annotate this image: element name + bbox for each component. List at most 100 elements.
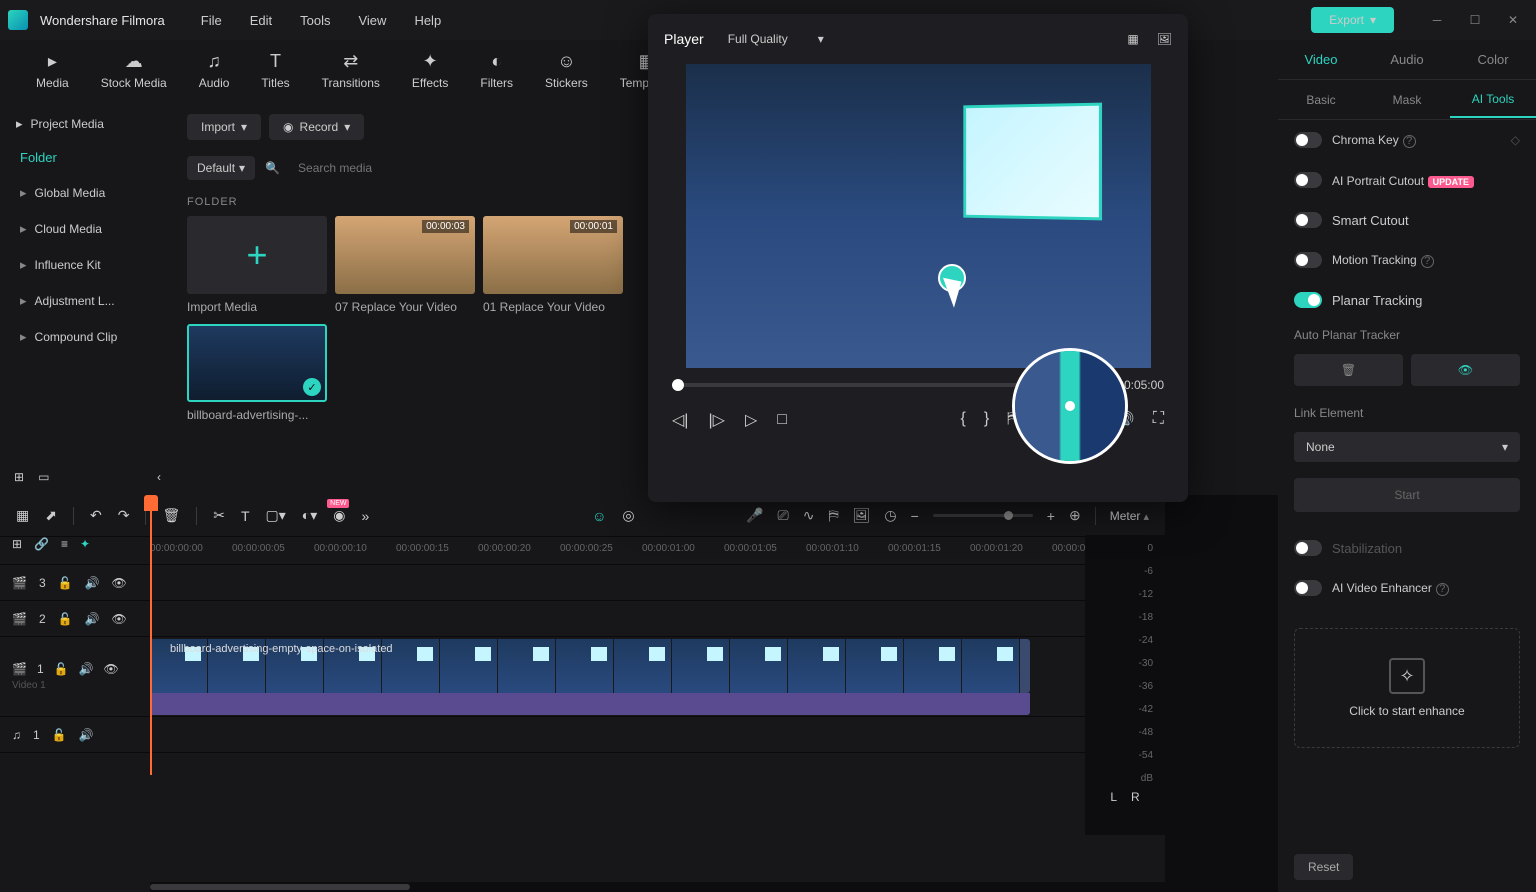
subtab-ai-tools[interactable]: AI Tools: [1450, 82, 1536, 118]
video-clip[interactable]: billboard-advertising-empty-space-on-iso…: [150, 639, 1030, 693]
portrait-cutout-toggle[interactable]: [1294, 172, 1322, 188]
zoom-in-icon[interactable]: +: [1047, 508, 1055, 524]
circle-icon[interactable]: ◎: [622, 507, 634, 524]
thumb-video-07[interactable]: 00:00:03 07 Replace Your Video: [335, 216, 475, 314]
magnet-icon[interactable]: ▦: [16, 507, 29, 524]
props-tab-color[interactable]: Color: [1450, 42, 1536, 77]
sidebar-item-influence[interactable]: ▸ Influence Kit: [0, 247, 175, 283]
timeline-ruler[interactable]: ⊞ 🔗 ≡ ✦ 00:00:00:0000:00:00:0500:00:00:1…: [0, 537, 1165, 565]
sidebar-item-global[interactable]: ▸ Global Media: [0, 175, 175, 211]
image-icon[interactable]: 🖼: [853, 507, 871, 524]
mixer-icon[interactable]: ⎚: [778, 507, 789, 524]
tab-transitions[interactable]: ⇄Transitions: [306, 46, 396, 94]
tab-effects[interactable]: ✦Effects: [396, 46, 464, 94]
menu-file[interactable]: File: [189, 9, 234, 32]
diamond-icon[interactable]: ◇: [1511, 133, 1520, 147]
thumb-billboard[interactable]: ✓ billboard-advertising-...: [187, 324, 327, 422]
props-tab-video[interactable]: Video: [1278, 42, 1364, 77]
folder-icon[interactable]: ▭: [38, 470, 49, 484]
player-scrubber[interactable]: [672, 383, 1038, 387]
split-icon[interactable]: ✂: [213, 507, 225, 524]
mark-in-button[interactable]: {: [960, 410, 965, 430]
text-tool-icon[interactable]: T: [241, 508, 250, 524]
mute-icon[interactable]: 🔊: [85, 576, 100, 590]
mute-icon[interactable]: 🔊: [85, 612, 100, 626]
select-icon[interactable]: ⬈: [45, 507, 57, 524]
sidebar-item-folder[interactable]: Folder: [0, 140, 175, 175]
stabilization-toggle[interactable]: [1294, 540, 1322, 556]
menu-tools[interactable]: Tools: [288, 9, 342, 32]
planar-tracking-toggle[interactable]: [1294, 292, 1322, 308]
grid-icon[interactable]: ▦: [1127, 32, 1138, 46]
tab-media[interactable]: ▸Media: [20, 46, 85, 94]
props-tab-audio[interactable]: Audio: [1364, 42, 1450, 77]
thumb-video-01[interactable]: 00:00:01 01 Replace Your Video: [483, 216, 623, 314]
lock-icon[interactable]: 🔓: [58, 612, 73, 626]
minimize-button[interactable]: ─: [1422, 5, 1452, 35]
play-button[interactable]: ▷: [745, 410, 757, 430]
eye-icon[interactable]: 👁: [112, 612, 127, 626]
layers-icon[interactable]: ≡: [61, 537, 68, 551]
playhead[interactable]: [150, 495, 152, 775]
menu-edit[interactable]: Edit: [238, 9, 284, 32]
wave-icon[interactable]: ∿: [803, 507, 815, 524]
link-element-dropdown[interactable]: None▾: [1294, 432, 1520, 462]
smart-cutout-toggle[interactable]: [1294, 212, 1322, 228]
mic-icon[interactable]: 🎤: [746, 507, 763, 524]
chroma-key-toggle[interactable]: [1294, 132, 1322, 148]
sort-dropdown[interactable]: Default ▾: [187, 156, 255, 180]
import-button[interactable]: Import ▾: [187, 114, 261, 140]
close-button[interactable]: ✕: [1498, 5, 1528, 35]
undo-icon[interactable]: ↶: [90, 507, 102, 524]
clock-icon[interactable]: ◷: [884, 507, 896, 524]
lock-icon[interactable]: 🔓: [52, 728, 67, 742]
face-icon[interactable]: ☺: [592, 508, 606, 524]
maximize-button[interactable]: ☐: [1460, 5, 1490, 35]
meter-label[interactable]: Meter ▴: [1110, 509, 1149, 523]
sidebar-item-compound[interactable]: ▸ Compound Clip: [0, 319, 175, 355]
delete-tracker-button[interactable]: 🗑: [1294, 354, 1403, 386]
info-icon[interactable]: ?: [1403, 135, 1416, 148]
zoom-slider[interactable]: [933, 514, 1033, 517]
ai-enhancer-toggle[interactable]: [1294, 580, 1322, 596]
prev-frame-button[interactable]: ◁|: [672, 410, 688, 430]
sidebar-header[interactable]: ▸ Project Media: [0, 108, 175, 140]
enhance-box[interactable]: ✧ Click to start enhance: [1294, 628, 1520, 748]
subtab-basic[interactable]: Basic: [1278, 83, 1364, 117]
snapshot-icon[interactable]: 🖼: [1157, 32, 1172, 46]
next-frame-button[interactable]: |▷: [708, 410, 724, 430]
speed-icon[interactable]: ◐▾: [302, 507, 317, 524]
info-icon[interactable]: ?: [1421, 255, 1434, 268]
video-preview[interactable]: [686, 64, 1151, 368]
tab-stock-media[interactable]: ☁Stock Media: [85, 46, 183, 94]
crop-icon[interactable]: ▢▾: [266, 507, 286, 524]
add-track-icon[interactable]: ⊞: [12, 537, 22, 551]
menu-help[interactable]: Help: [402, 9, 453, 32]
sidebar-item-cloud[interactable]: ▸ Cloud Media: [0, 211, 175, 247]
timeline-scrollbar[interactable]: [150, 882, 1165, 892]
collapse-icon[interactable]: ‹: [157, 470, 161, 484]
quality-dropdown[interactable]: Full Quality▾: [720, 28, 832, 50]
mute-icon[interactable]: 🔊: [79, 728, 94, 742]
link-icon[interactable]: 🔗: [34, 537, 49, 551]
billboard-region[interactable]: [963, 103, 1102, 221]
motion-tracking-toggle[interactable]: [1294, 252, 1322, 268]
marker-tool-icon[interactable]: ⛿: [828, 507, 838, 524]
fullscreen-button[interactable]: ⛶: [1153, 410, 1164, 430]
thumb-import[interactable]: + Import Media: [187, 216, 327, 314]
audio-clip[interactable]: [150, 693, 1030, 715]
reset-button[interactable]: Reset: [1294, 854, 1353, 880]
start-button[interactable]: Start: [1294, 478, 1520, 512]
redo-icon[interactable]: ↷: [118, 507, 130, 524]
subtab-mask[interactable]: Mask: [1364, 83, 1450, 117]
stop-button[interactable]: □: [777, 411, 787, 429]
eye-icon[interactable]: 👁: [104, 662, 119, 676]
player-tab[interactable]: Player: [664, 31, 704, 47]
fit-icon[interactable]: ⊕: [1069, 507, 1081, 524]
lock-icon[interactable]: 🔓: [54, 662, 69, 676]
tab-titles[interactable]: TTitles: [245, 46, 305, 94]
tab-audio[interactable]: ♫Audio: [183, 46, 246, 94]
export-button[interactable]: Export▾: [1311, 7, 1394, 33]
tab-stickers[interactable]: ☺Stickers: [529, 46, 604, 94]
mark-out-button[interactable]: }: [984, 410, 989, 430]
